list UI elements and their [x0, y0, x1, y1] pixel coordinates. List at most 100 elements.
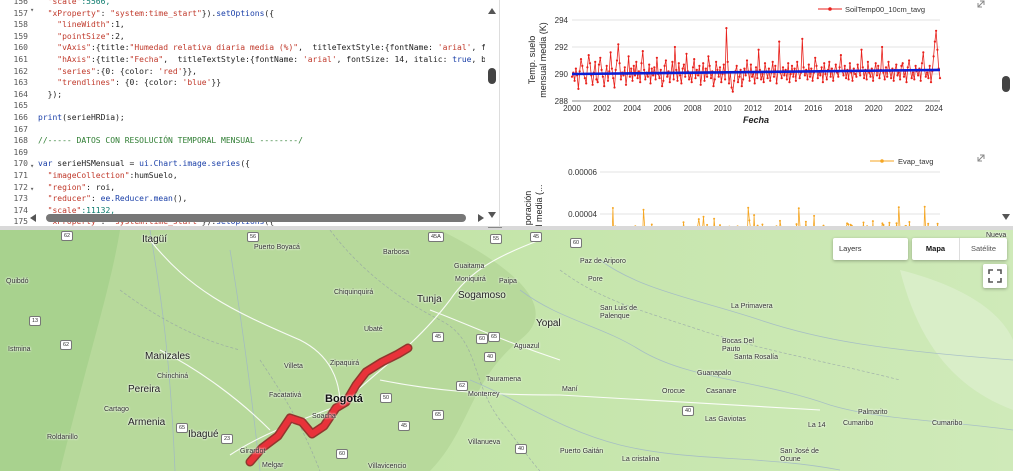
data-point	[772, 75, 776, 78]
data-point	[640, 62, 643, 65]
fold-arrow-icon[interactable]: ▾	[30, 6, 36, 14]
data-point	[599, 56, 602, 59]
data-point	[747, 206, 750, 209]
code-line[interactable]: "pointSize":2,	[38, 31, 485, 43]
map-type-satellite-button[interactable]: Satélite	[959, 238, 1007, 260]
code-line[interactable]: "xProperty": "system:time_start"}).setOp…	[38, 8, 485, 20]
code-content[interactable]: "scale":5566, "xProperty": "system:time_…	[38, 0, 485, 226]
code-line[interactable]: "hAxis":{title:"Fecha", titleTextStyle:{…	[38, 54, 485, 66]
data-point	[753, 214, 756, 217]
data-point	[859, 74, 862, 77]
data-point	[738, 75, 741, 78]
data-point	[854, 72, 857, 76]
data-point	[718, 66, 722, 69]
x-tick-label: 2012	[744, 104, 762, 113]
data-point	[649, 82, 652, 85]
x-tick-label: 2004	[623, 104, 641, 113]
data-point	[659, 68, 662, 71]
place-label: Roldanillo	[47, 434, 78, 441]
code-token: }},	[182, 66, 197, 76]
data-point	[887, 60, 890, 64]
data-point	[928, 64, 931, 67]
data-point	[884, 66, 888, 69]
code-line[interactable]: "lineWidth":1,	[38, 19, 485, 31]
code-line[interactable]: "scale":5566,	[38, 0, 485, 8]
code-token: "reducer"	[38, 194, 91, 204]
line-number: 167	[13, 124, 28, 134]
code-line[interactable]: "trendlines": {0: {color: 'blue'}}	[38, 77, 485, 89]
data-point	[804, 220, 807, 223]
fold-arrow-icon[interactable]: ▾	[30, 162, 36, 170]
scroll-left-arrow-icon[interactable]	[30, 214, 36, 222]
scroll-right-arrow-icon[interactable]	[478, 214, 484, 222]
data-point	[648, 63, 651, 66]
x-tick-label: 2014	[774, 104, 792, 113]
data-point	[789, 72, 792, 76]
data-point	[906, 66, 909, 69]
expand-chart-icon[interactable]	[976, 150, 986, 162]
code-line[interactable]: print(serieHRDia);	[38, 112, 485, 124]
code-line[interactable]: "vAxis":{title:"Humedad relativa diaria …	[38, 42, 485, 54]
data-point	[658, 77, 661, 80]
scrollbar-thumb[interactable]	[1002, 76, 1010, 92]
code-token: true	[452, 54, 472, 64]
map-type-toggle[interactable]: Mapa Satélite	[912, 238, 1007, 260]
data-point	[740, 85, 743, 88]
code-line[interactable]	[38, 124, 485, 136]
code-line[interactable]: "series":{0: {color: 'red'}},	[38, 66, 485, 78]
place-label: Aguazul	[514, 343, 540, 350]
road-shield: 62	[456, 381, 469, 391]
place-label: Villeta	[284, 363, 303, 370]
scroll-up-arrow-icon[interactable]	[488, 8, 496, 14]
data-point	[724, 78, 727, 81]
data-point	[760, 78, 763, 81]
layers-button[interactable]: Layers	[833, 238, 908, 260]
road-shield: 62	[61, 231, 74, 241]
code-line[interactable]: "imageCollection":humSuelo,	[38, 170, 485, 182]
code-token: :{title:	[90, 43, 130, 53]
data-point	[802, 66, 805, 69]
road-shield: 65	[488, 332, 501, 342]
console-charts-panel[interactable]: 294 292 290 288 2000 2002 2004 2006 2008 2010 201…	[500, 0, 1013, 226]
data-point	[855, 75, 858, 78]
editor-vertical-scrollbar[interactable]	[488, 8, 496, 218]
x-tick-label: 2024	[925, 104, 943, 113]
line-number: 166	[13, 112, 28, 122]
code-token: :5566,	[81, 0, 111, 6]
code-line[interactable]: //----- DATOS CON RESOLUCIÓN TEMPORAL ME…	[38, 135, 485, 147]
line-number-gutter: 156 157 158 159 160 161 162 163 164 165 166 167 168 1…	[0, 0, 30, 226]
code-token: , titleTextStyle:{fontName:	[298, 43, 438, 53]
data-point	[635, 60, 638, 64]
code-line[interactable]	[38, 147, 485, 159]
console-vertical-scrollbar[interactable]	[1002, 10, 1010, 220]
code-editor[interactable]: 156 157 158 159 160 161 162 163 164 165 166 167 168 1…	[0, 0, 500, 226]
y-tick-label: 290	[555, 70, 569, 79]
code-token: : {0: {color:	[115, 78, 183, 88]
editor-horizontal-scrollbar[interactable]	[46, 214, 466, 222]
fullscreen-button[interactable]	[983, 264, 1007, 288]
code-line[interactable]: "region": roi,	[38, 182, 485, 194]
expand-chart-icon[interactable]	[976, 0, 986, 8]
data-point	[726, 60, 729, 64]
fold-arrow-icon[interactable]: ▾	[30, 185, 36, 193]
road-shield: 60	[336, 449, 349, 459]
data-point	[911, 71, 915, 74]
data-point	[824, 72, 827, 76]
code-line[interactable]: });	[38, 89, 485, 101]
map-view[interactable]: Itagüí Puerto Boyacá Barbosa Guaitama Paz de…	[0, 230, 1013, 471]
data-point	[632, 64, 635, 67]
code-line[interactable]	[38, 100, 485, 112]
data-point	[731, 90, 734, 93]
data-point	[798, 77, 801, 80]
scrollbar-thumb[interactable]	[488, 68, 496, 84]
code-line[interactable]: "reducer": ee.Reducer.mean(),	[38, 193, 485, 205]
scroll-down-arrow-icon[interactable]	[1002, 214, 1010, 220]
code-line[interactable]: var serieHSMensual = ui.Chart.image.seri…	[38, 158, 485, 170]
map-type-map-button[interactable]: Mapa	[912, 238, 959, 260]
data-point	[715, 60, 718, 64]
data-point	[646, 75, 649, 78]
data-point	[704, 67, 707, 70]
place-label: Manizales	[145, 351, 191, 362]
data-point	[639, 81, 642, 84]
scroll-down-arrow-icon[interactable]	[488, 212, 496, 218]
